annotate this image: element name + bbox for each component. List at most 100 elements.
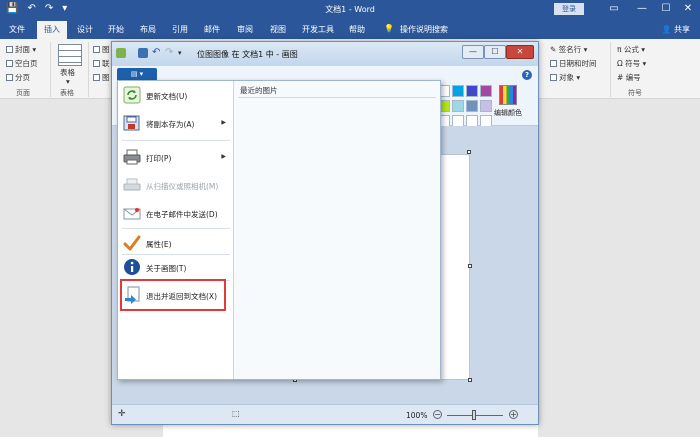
paint-minimize-button[interactable]: — <box>462 45 484 59</box>
online-button-partial[interactable]: 联 <box>93 58 110 69</box>
edit-colors-label: 编辑颜色 <box>494 109 522 117</box>
about-paint-item[interactable]: 关于画图(T) <box>118 253 233 281</box>
cover-page-label: 封面 <box>15 45 30 54</box>
cover-page-icon <box>6 46 13 53</box>
edit-colors-button[interactable]: 编辑颜色 <box>490 85 526 118</box>
ribbon-separator <box>50 42 51 97</box>
menu-separator <box>122 140 230 141</box>
save-copy-as-label: 将副本存为(A) <box>146 120 195 129</box>
paint-undo-icon[interactable]: ↶ <box>152 48 162 58</box>
table-dropdown-icon[interactable]: ▾ <box>66 77 70 86</box>
about-paint-label: 关于画图(T) <box>146 264 187 273</box>
tab-references[interactable]: 引用 <box>172 24 188 35</box>
info-icon <box>124 259 140 275</box>
tab-home[interactable]: 开始 <box>108 24 124 35</box>
print-item[interactable]: 打印(P) ▶ <box>118 143 233 171</box>
tell-me-search[interactable]: 操作说明搜索 <box>400 24 448 35</box>
close-button[interactable]: ✕ <box>678 2 698 16</box>
edit-colors-icon <box>499 85 517 105</box>
equation-label: 公式 <box>623 45 639 54</box>
zoom-level: 100% <box>406 411 428 420</box>
login-button[interactable]: 登录 <box>554 3 584 15</box>
zoom-out-button[interactable]: − <box>433 410 442 419</box>
cover-page-button[interactable]: 封面 ▾ <box>6 44 36 55</box>
tab-insert[interactable]: 插入 <box>37 21 67 39</box>
tab-layout[interactable]: 布局 <box>140 24 156 35</box>
send-email-item[interactable]: 在电子邮件中发送(D) <box>118 199 233 227</box>
from-scanner-label: 从扫描仪或照相机(M) <box>146 182 219 191</box>
share-label: 共享 <box>674 25 690 34</box>
update-document-label: 更新文档(U) <box>146 92 188 101</box>
object-icon <box>550 74 557 81</box>
update-document-item[interactable]: 更新文档(U) <box>118 81 233 109</box>
paint-customize-icon[interactable]: ▾ <box>178 48 188 58</box>
picture-icon <box>93 46 100 53</box>
ribbon-display-button[interactable]: ▭ <box>604 2 624 16</box>
color-swatch[interactable] <box>466 100 478 112</box>
picture-label: 图 <box>102 45 110 54</box>
chart-button-partial[interactable]: 图 <box>93 72 110 83</box>
resize-handle[interactable] <box>467 150 471 154</box>
paint-close-button[interactable]: ✕ <box>506 45 534 59</box>
maximize-button[interactable]: ☐ <box>656 2 676 16</box>
color-swatch[interactable] <box>452 100 464 112</box>
table-icon[interactable] <box>58 44 82 66</box>
update-icon <box>123 86 141 104</box>
group-tables-label: 表格 <box>60 89 74 97</box>
datetime-button[interactable]: 日期和时间 <box>550 58 597 69</box>
tab-mailings[interactable]: 邮件 <box>204 24 220 35</box>
recent-header-underline <box>238 97 436 98</box>
save-copy-as-item[interactable]: 将副本存为(A) ▶ <box>118 109 233 137</box>
blank-page-button[interactable]: 空白页 <box>6 58 38 69</box>
checkmark-icon <box>123 235 141 251</box>
share-button[interactable]: 👤 共享 <box>661 24 690 35</box>
equation-button[interactable]: π 公式 ▾ <box>617 44 645 55</box>
save-copy-icon <box>123 115 140 131</box>
chart-label: 图 <box>102 73 110 82</box>
number-label: 编号 <box>625 73 641 82</box>
color-swatch[interactable] <box>452 85 464 97</box>
tab-design[interactable]: 设计 <box>77 24 93 35</box>
tab-help[interactable]: 帮助 <box>349 24 365 35</box>
from-scanner-item: 从扫描仪或照相机(M) <box>118 171 233 199</box>
object-button[interactable]: 对象 ▾ <box>550 72 580 83</box>
symbol-button[interactable]: Ω 符号 ▾ <box>617 58 646 69</box>
help-icon[interactable]: ? <box>522 70 532 80</box>
paint-title-bar: ↶ ↷ ▾ 位图图像 在 文档1 中 - 画图 — ☐ ✕ <box>112 42 538 66</box>
tab-file[interactable]: 文件 <box>9 24 25 35</box>
recent-pictures-header: 最近的图片 <box>240 86 278 95</box>
chart-icon <box>93 74 100 81</box>
lightbulb-icon: 💡 <box>384 24 394 33</box>
paint-app-icon <box>116 48 126 58</box>
group-pages-label: 页面 <box>16 89 30 97</box>
tab-view[interactable]: 视图 <box>270 24 286 35</box>
resize-handle[interactable] <box>468 264 472 268</box>
paint-save-icon[interactable] <box>138 48 148 58</box>
printer-icon <box>123 149 141 165</box>
datetime-label: 日期和时间 <box>559 59 597 68</box>
online-icon <box>93 60 100 67</box>
window-title: 文档1 - Word <box>325 5 375 14</box>
tab-developer[interactable]: 开发工具 <box>302 24 334 35</box>
number-icon: # <box>617 73 624 82</box>
paint-app-menu: 更新文档(U) 将副本存为(A) ▶ 打印(P) ▶ 从扫描仪或照相机(M) 在… <box>117 80 441 380</box>
color-swatch[interactable] <box>466 85 478 97</box>
tab-review[interactable]: 审阅 <box>237 24 253 35</box>
page-break-button[interactable]: 分页 <box>6 72 30 83</box>
paint-maximize-button[interactable]: ☐ <box>484 45 506 59</box>
omega-icon: Ω <box>617 59 623 68</box>
blank-page-label: 空白页 <box>15 59 38 68</box>
selection-size-icon: ⬚ <box>232 409 240 418</box>
resize-handle[interactable] <box>468 378 472 382</box>
calendar-icon <box>550 60 557 67</box>
recent-pictures-panel: 最近的图片 <box>234 81 440 379</box>
paint-redo-icon[interactable]: ↷ <box>165 48 175 58</box>
properties-label: 属性(E) <box>146 240 172 249</box>
blank-page-icon <box>6 60 13 67</box>
zoom-slider-thumb[interactable] <box>472 410 476 420</box>
number-button[interactable]: # 编号 <box>617 72 641 83</box>
zoom-in-button[interactable]: + <box>509 410 518 419</box>
picture-button-partial[interactable]: 图 <box>93 44 110 55</box>
minimize-button[interactable]: — <box>632 2 652 16</box>
signature-line-button[interactable]: ✎ 签名行 ▾ <box>550 44 587 55</box>
